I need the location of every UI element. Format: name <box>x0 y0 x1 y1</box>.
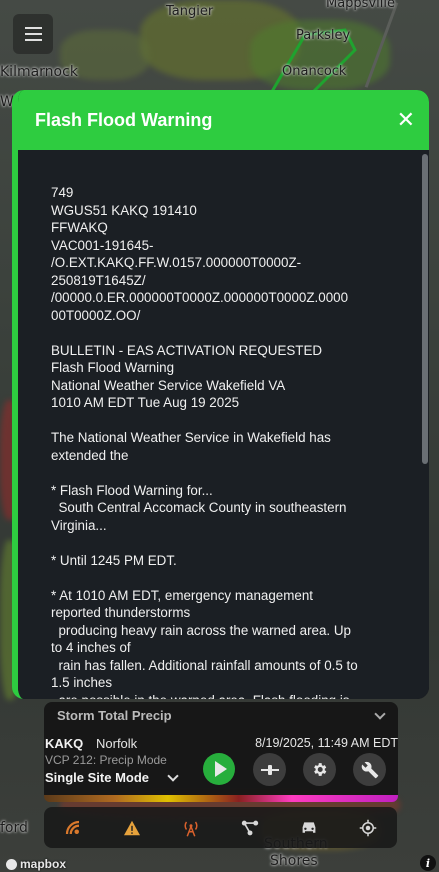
chevron-down-icon <box>374 707 386 720</box>
mapbox-icon <box>6 858 17 870</box>
radar-sweep-button[interactable] <box>58 813 88 843</box>
radar-sweep-icon <box>66 820 80 834</box>
map-label-ford: ford <box>0 820 28 836</box>
modal-header: Flash Flood Warning ✕ <box>18 90 429 150</box>
crosshair-icon <box>359 819 376 836</box>
slider-icon <box>260 764 279 775</box>
warning-modal: Flash Flood Warning ✕ 749 WGUS51 KAKQ 19… <box>12 90 429 699</box>
tower-icon <box>184 821 198 837</box>
car-icon <box>302 821 316 833</box>
site-name: Norfolk <box>96 736 138 751</box>
info-icon: i <box>425 856 431 870</box>
map-label-parksley: Parksley <box>296 28 351 43</box>
hamburger-icon-line <box>24 33 42 35</box>
radar-control-panel: Storm Total Precip KAKQ Norfolk 8/19/202… <box>44 702 398 802</box>
site-code: KAKQ <box>45 736 84 751</box>
map-label-shores: Shores <box>270 853 318 869</box>
mapbox-label: mapbox <box>20 857 67 871</box>
bottom-toolbar <box>44 807 397 848</box>
map-label-tangier: Tangier <box>166 4 214 19</box>
radar-sites-button[interactable] <box>176 813 206 843</box>
bulletin-text: 749 WGUS51 KAKQ 191410 FFWAKQ VAC001-191… <box>51 185 358 699</box>
gear-icon <box>314 763 327 776</box>
product-label: Storm Total Precip <box>57 708 172 723</box>
mapbox-logo[interactable]: mapbox <box>6 857 66 871</box>
play-button[interactable] <box>203 753 235 785</box>
close-icon[interactable]: ✕ <box>397 109 415 131</box>
warning-icon <box>124 820 141 835</box>
settings-button[interactable] <box>303 753 336 786</box>
scan-timestamp: 8/19/2025, 11:49 AM EDT <box>255 736 398 750</box>
vcp-mode: VCP 212: Precip Mode <box>45 753 167 767</box>
warning-polygon[interactable] <box>0 0 439 100</box>
modal-title: Flash Flood Warning <box>35 109 213 130</box>
play-icon <box>214 761 227 777</box>
site-mode-label: Single Site Mode <box>45 770 150 785</box>
hamburger-icon-line <box>24 27 42 29</box>
traffic-button[interactable] <box>294 813 324 843</box>
product-selector[interactable]: Storm Total Precip <box>44 702 398 729</box>
network-button[interactable] <box>235 813 265 843</box>
locate-button[interactable] <box>353 813 383 843</box>
slider-button[interactable] <box>253 753 286 786</box>
tools-button[interactable] <box>353 753 386 786</box>
site-mode-select[interactable]: Single Site Mode <box>45 769 179 785</box>
hamburger-icon-line <box>24 39 42 41</box>
warnings-button[interactable] <box>117 813 147 843</box>
bulletin-scroll-area[interactable]: 749 WGUS51 KAKQ 191410 FFWAKQ VAC001-191… <box>18 150 421 699</box>
menu-button[interactable] <box>13 14 53 54</box>
attribution-info-button[interactable]: i <box>420 855 436 871</box>
map-label-mappsville: Mappsville <box>326 0 395 11</box>
tools-icon <box>361 761 378 778</box>
map-label-onancock: Onancock <box>282 64 347 79</box>
network-icon <box>241 820 259 835</box>
map-label-kilmarnock: Kilmarnock <box>0 64 78 80</box>
scrollbar-thumb[interactable] <box>422 154 428 464</box>
precip-color-scale <box>44 795 398 802</box>
chevron-down-icon <box>167 769 179 782</box>
